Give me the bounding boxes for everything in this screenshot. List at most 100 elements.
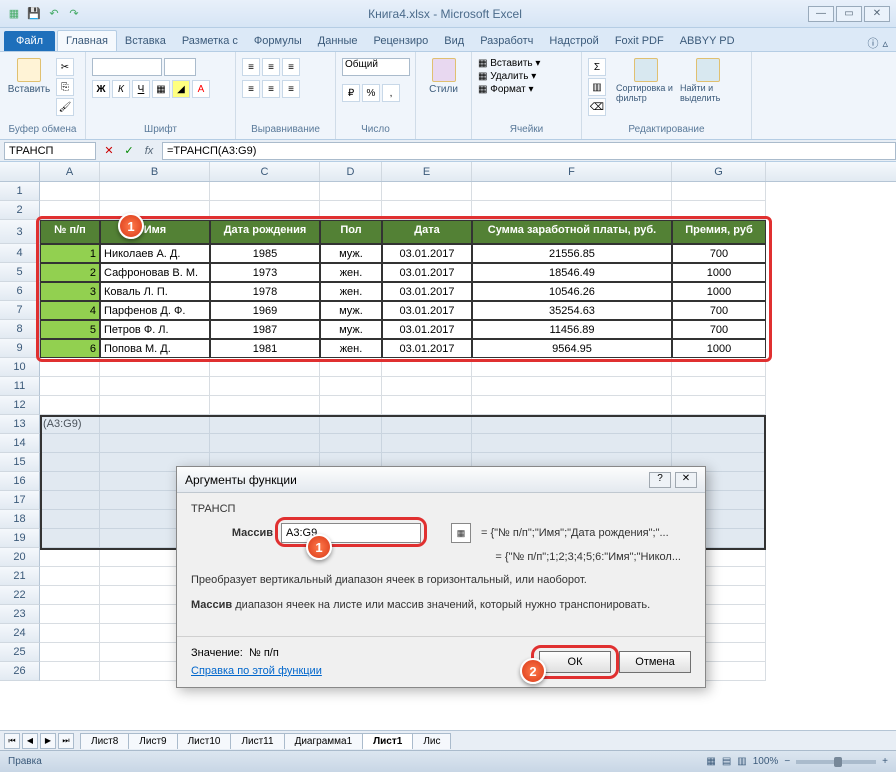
sheet-tab[interactable]: Диаграмма1 — [284, 733, 364, 749]
sheet-tab[interactable]: Лис — [412, 733, 451, 749]
row-header[interactable]: 16 — [0, 472, 40, 491]
table-cell[interactable]: 1000 — [672, 282, 766, 301]
view-pagebreak-icon[interactable]: ▥ — [737, 756, 746, 767]
col-header-a[interactable]: A — [40, 162, 100, 181]
table-header[interactable]: № п/п — [40, 220, 100, 244]
sheet-nav-next[interactable]: ▶ — [40, 733, 56, 749]
col-header-e[interactable]: E — [382, 162, 472, 181]
find-select-button[interactable]: Найти и выделить — [680, 58, 736, 104]
row-header[interactable]: 17 — [0, 491, 40, 510]
file-tab[interactable]: Файл — [4, 31, 55, 51]
tab-developer[interactable]: Разработч — [472, 31, 541, 51]
paste-button[interactable]: Вставить — [6, 58, 52, 95]
table-cell[interactable]: 1978 — [210, 282, 320, 301]
formula-input[interactable] — [162, 142, 896, 160]
table-cell[interactable]: 03.01.2017 — [382, 282, 472, 301]
tab-addins[interactable]: Надстрой — [541, 31, 606, 51]
zoom-slider[interactable] — [796, 760, 876, 764]
align-left-icon[interactable]: ≡ — [242, 80, 260, 98]
underline-button[interactable]: Ч — [132, 80, 150, 98]
table-cell[interactable]: жен. — [320, 263, 382, 282]
table-header[interactable]: Сумма заработной платы, руб. — [472, 220, 672, 244]
table-cell[interactable]: Попова М. Д. — [100, 339, 210, 358]
undo-icon[interactable]: ↶ — [46, 6, 62, 22]
table-cell[interactable]: Сафроновав В. М. — [100, 263, 210, 282]
view-normal-icon[interactable]: ▦ — [706, 756, 715, 767]
table-cell[interactable]: 6 — [40, 339, 100, 358]
table-header[interactable]: Премия, руб — [672, 220, 766, 244]
row-header[interactable]: 23 — [0, 605, 40, 624]
table-cell[interactable]: 700 — [672, 320, 766, 339]
row-header[interactable]: 11 — [0, 377, 40, 396]
delete-cells-button[interactable]: ▦ Удалить ▾ — [478, 71, 536, 82]
table-cell[interactable]: 35254.63 — [472, 301, 672, 320]
table-cell[interactable]: 700 — [672, 301, 766, 320]
cut-icon[interactable]: ✂ — [56, 58, 74, 76]
table-cell[interactable]: муж. — [320, 301, 382, 320]
sheet-tab-active[interactable]: Лист1 — [362, 733, 413, 749]
row-header[interactable]: 3 — [0, 220, 40, 244]
row-header[interactable]: 12 — [0, 396, 40, 415]
comma-icon[interactable]: , — [382, 84, 400, 102]
view-layout-icon[interactable]: ▤ — [722, 756, 731, 767]
table-cell[interactable]: муж. — [320, 320, 382, 339]
tab-layout[interactable]: Разметка с — [174, 31, 246, 51]
align-bottom-icon[interactable]: ≡ — [282, 58, 300, 76]
table-cell[interactable]: Петров Ф. Л. — [100, 320, 210, 339]
styles-button[interactable]: Стили — [422, 58, 465, 95]
select-all-corner[interactable] — [0, 162, 40, 181]
row-header[interactable]: 7 — [0, 301, 40, 320]
name-box[interactable] — [4, 142, 96, 160]
table-cell[interactable]: 03.01.2017 — [382, 320, 472, 339]
fill-icon[interactable]: ▥ — [588, 78, 606, 96]
row-header[interactable]: 15 — [0, 453, 40, 472]
table-cell[interactable]: 700 — [672, 244, 766, 263]
row-header[interactable]: 25 — [0, 643, 40, 662]
zoom-in-button[interactable]: + — [882, 756, 888, 767]
table-cell[interactable]: 1987 — [210, 320, 320, 339]
align-middle-icon[interactable]: ≡ — [262, 58, 280, 76]
row-header[interactable]: 4 — [0, 244, 40, 263]
currency-icon[interactable]: ₽ — [342, 84, 360, 102]
table-cell[interactable]: муж. — [320, 244, 382, 263]
sheet-tab[interactable]: Лист10 — [177, 733, 232, 749]
table-cell[interactable]: 4 — [40, 301, 100, 320]
row-header[interactable]: 10 — [0, 358, 40, 377]
table-cell[interactable]: Коваль Л. П. — [100, 282, 210, 301]
table-header[interactable]: Дата — [382, 220, 472, 244]
row-header[interactable]: 6 — [0, 282, 40, 301]
table-cell[interactable]: 9564.95 — [472, 339, 672, 358]
align-center-icon[interactable]: ≡ — [262, 80, 280, 98]
border-button[interactable]: ▦ — [152, 80, 170, 98]
table-cell[interactable]: 2 — [40, 263, 100, 282]
table-cell[interactable]: 03.01.2017 — [382, 263, 472, 282]
row-header[interactable]: 21 — [0, 567, 40, 586]
table-cell[interactable]: Николаев А. Д. — [100, 244, 210, 263]
tab-foxit[interactable]: Foxit PDF — [607, 31, 672, 51]
sort-filter-button[interactable]: Сортировка и фильтр — [616, 58, 676, 104]
format-cells-button[interactable]: ▦ Формат ▾ — [478, 84, 534, 95]
table-cell[interactable]: 5 — [40, 320, 100, 339]
table-cell[interactable]: 11456.89 — [472, 320, 672, 339]
sheet-tab[interactable]: Лист11 — [230, 733, 284, 749]
font-color-button[interactable]: A — [192, 80, 210, 98]
row-header[interactable]: 22 — [0, 586, 40, 605]
row-header[interactable]: 26 — [0, 662, 40, 681]
col-header-c[interactable]: C — [210, 162, 320, 181]
sheet-nav-first[interactable]: ⏮ — [4, 733, 20, 749]
sheet-nav-prev[interactable]: ◀ — [22, 733, 38, 749]
maximize-button[interactable]: ▭ — [836, 6, 862, 22]
help-icon[interactable]: ⓘ — [867, 35, 878, 51]
sheet-nav-last[interactable]: ⏭ — [58, 733, 74, 749]
table-cell[interactable]: жен. — [320, 282, 382, 301]
percent-icon[interactable]: % — [362, 84, 380, 102]
table-cell[interactable]: 1 — [40, 244, 100, 263]
tab-review[interactable]: Рецензиро — [366, 31, 437, 51]
dialog-close-button[interactable]: ✕ — [675, 472, 697, 488]
row-header[interactable]: 24 — [0, 624, 40, 643]
row-header[interactable]: 13 — [0, 415, 40, 434]
col-header-g[interactable]: G — [672, 162, 766, 181]
range-picker-button[interactable]: ▦ — [451, 523, 471, 543]
table-cell[interactable]: 03.01.2017 — [382, 244, 472, 263]
dialog-help-button[interactable]: ? — [649, 472, 671, 488]
